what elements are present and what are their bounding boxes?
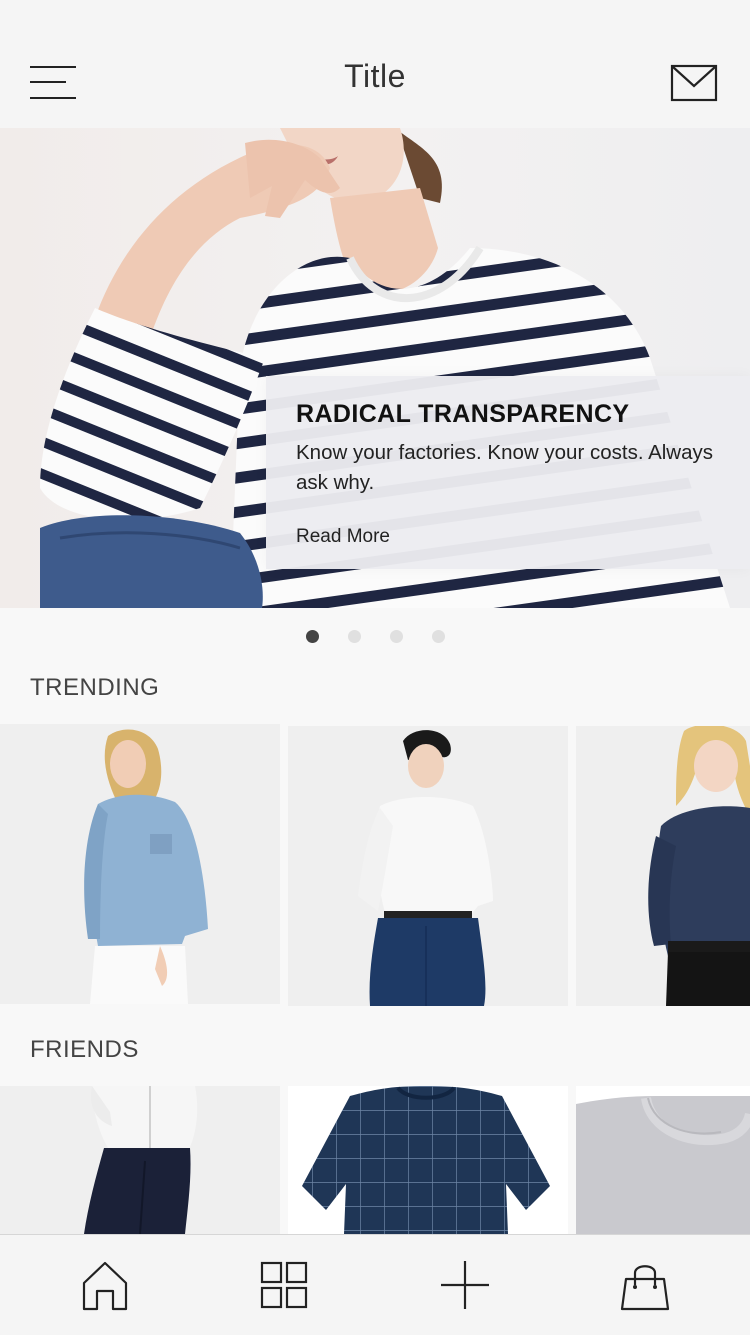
plus-icon[interactable] (436, 1255, 496, 1315)
bottom-tab-bar (0, 1234, 750, 1335)
carousel-page-indicator (0, 628, 750, 646)
friends-section-title: FRIENDS (30, 1036, 139, 1063)
trending-item-chambray-shirt[interactable] (0, 724, 280, 1004)
friends-item-grid-check-top[interactable] (288, 1086, 568, 1234)
product-image (0, 1086, 280, 1234)
friends-item-zip-hoodie[interactable] (0, 1086, 280, 1234)
carousel-dot-2[interactable] (348, 630, 361, 643)
envelope-icon[interactable] (670, 62, 720, 104)
product-image (576, 726, 750, 1006)
trending-section-title: TRENDING (30, 674, 160, 701)
product-image (0, 724, 280, 1004)
carousel-dot-4[interactable] (432, 630, 445, 643)
carousel-dot-1[interactable] (306, 630, 319, 643)
product-image (576, 1086, 750, 1234)
home-icon[interactable] (76, 1255, 136, 1315)
product-image (288, 726, 568, 1006)
hero-banner[interactable]: RADICAL TRANSPARENCY Know your factories… (0, 128, 750, 608)
friends-item-grey-tee[interactable] (576, 1086, 750, 1234)
read-more-link[interactable]: Read More (296, 526, 390, 548)
trending-item-denim-shirt[interactable] (576, 726, 750, 1006)
hero-description: Know your factories. Know your costs. Al… (296, 441, 714, 494)
top-navigation-bar: Title (0, 0, 750, 128)
carousel-dot-3[interactable] (390, 630, 403, 643)
trending-item-white-oxford-shirt[interactable] (288, 726, 568, 1006)
product-image (288, 1086, 568, 1234)
shopping-bag-icon[interactable] (616, 1255, 676, 1315)
page-title: Title (344, 58, 406, 94)
hero-caption-card: RADICAL TRANSPARENCY Know your factories… (266, 376, 750, 569)
hero-heading: RADICAL TRANSPARENCY (296, 400, 630, 428)
grid-icon[interactable] (256, 1255, 316, 1315)
